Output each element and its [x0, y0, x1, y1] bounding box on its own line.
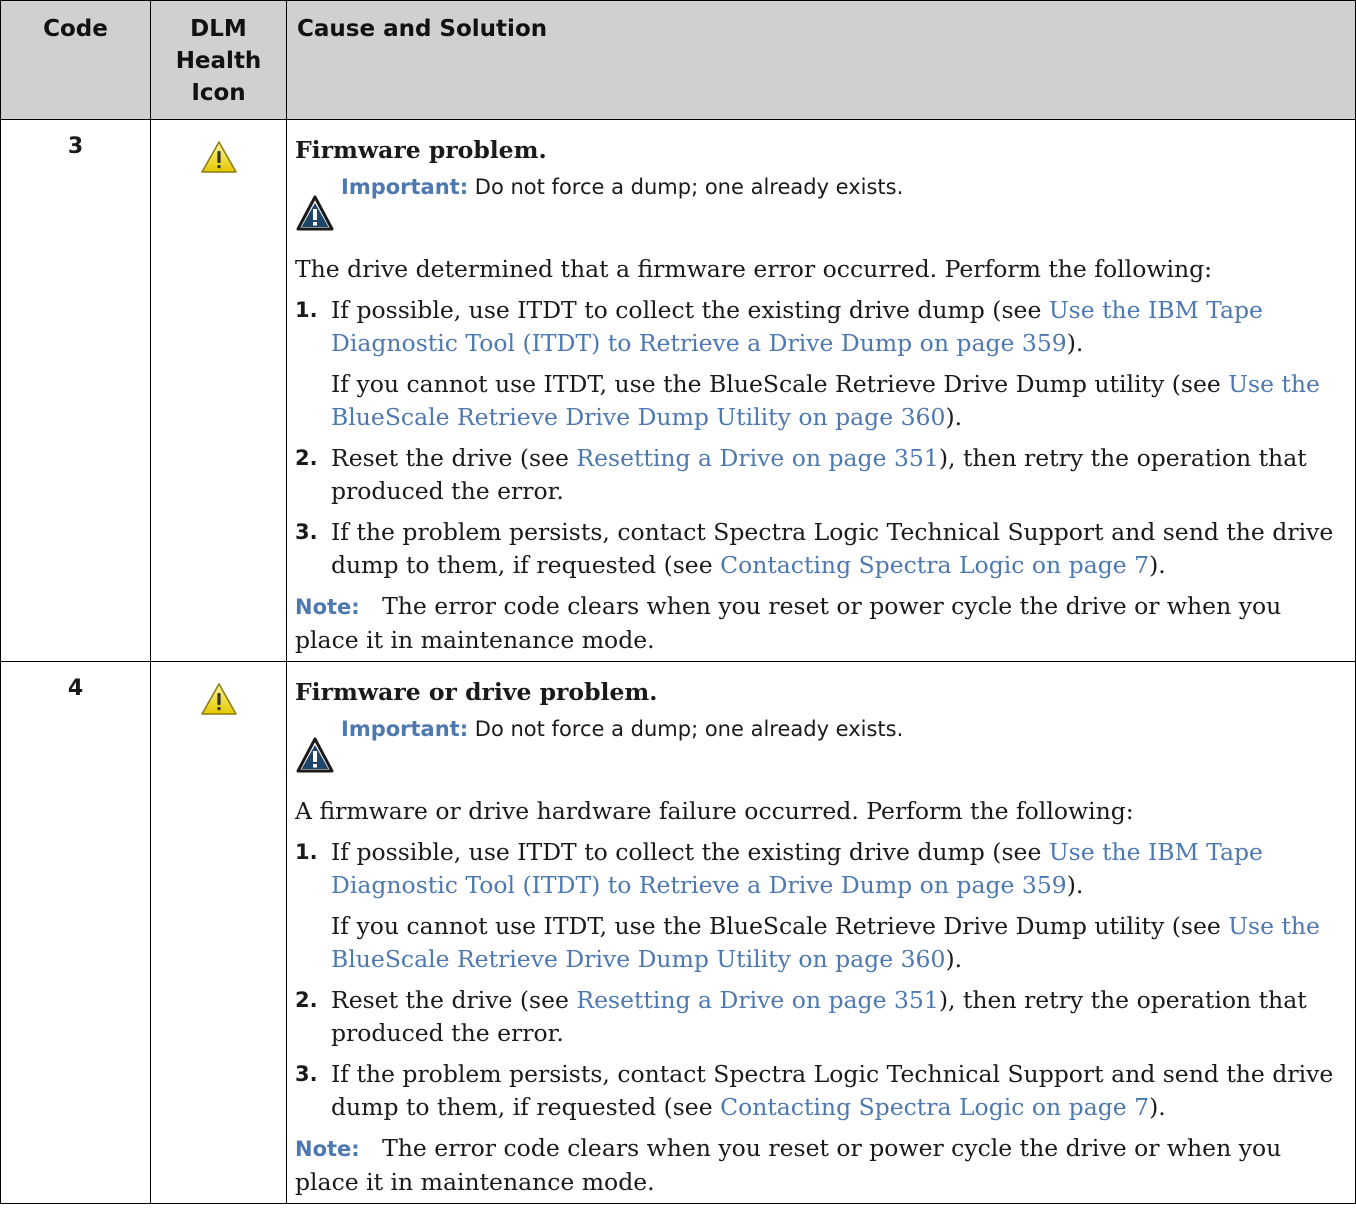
- contact-link[interactable]: Contacting Spectra Logic on page 7: [720, 551, 1149, 579]
- step-text: Reset the drive (see: [331, 986, 577, 1014]
- header-code: Code: [0, 0, 151, 120]
- header-cause-solution: Cause and Solution: [286, 0, 1356, 120]
- step-text-end: ).: [1149, 1093, 1166, 1121]
- important-text: Do not force a dump; one already exists.: [468, 175, 904, 199]
- note: Note: The error code clears when you res…: [295, 1132, 1343, 1199]
- step-2: 2. Reset the drive (see Resetting a Driv…: [295, 442, 1343, 508]
- step-number: 3.: [295, 520, 318, 544]
- table-header-row: Code DLM Health Icon Cause and Solution: [0, 0, 1356, 120]
- step-number: 2.: [295, 988, 318, 1012]
- contact-link[interactable]: Contacting Spectra Logic on page 7: [720, 1093, 1149, 1121]
- alt-instructions: If you cannot use ITDT, use the BlueScal…: [295, 368, 1343, 434]
- step-number: 1.: [295, 298, 318, 322]
- problem-title: Firmware problem.: [295, 136, 547, 164]
- alt-text: If you cannot use ITDT, use the BlueScal…: [331, 370, 1229, 398]
- step-3: 3. If the problem persists, contact Spec…: [295, 516, 1343, 582]
- note-label: Note:: [295, 595, 360, 619]
- important-callout: Important: Do not force a dump; one alre…: [295, 171, 1343, 235]
- step-number: 3.: [295, 1062, 318, 1086]
- note-label: Note:: [295, 1137, 360, 1161]
- note: Note: The error code clears when you res…: [295, 590, 1343, 657]
- warning-triangle-icon: [200, 683, 237, 715]
- alt-text-end: ).: [945, 945, 963, 973]
- alt-text: If you cannot use ITDT, use the BlueScal…: [331, 912, 1229, 940]
- step-1: 1. If possible, use ITDT to collect the …: [295, 294, 1343, 360]
- intro-text: A firmware or drive hardware failure occ…: [295, 797, 1134, 825]
- important-callout: Important: Do not force a dump; one alre…: [295, 713, 1343, 777]
- step-1: 1. If possible, use ITDT to collect the …: [295, 836, 1343, 902]
- important-text: Do not force a dump; one already exists.: [468, 717, 904, 741]
- problem-title: Firmware or drive problem.: [295, 678, 658, 706]
- alt-text-end: ).: [945, 403, 963, 431]
- step-3: 3. If the problem persists, contact Spec…: [295, 1058, 1343, 1124]
- health-icon-cell: [150, 661, 287, 1204]
- step-text: If possible, use ITDT to collect the exi…: [331, 838, 1049, 866]
- step-text-end: ).: [1066, 871, 1084, 899]
- note-text: The error code clears when you reset or …: [295, 1134, 1289, 1196]
- step-text: If possible, use ITDT to collect the exi…: [331, 296, 1049, 324]
- step-2: 2. Reset the drive (see Resetting a Driv…: [295, 984, 1343, 1050]
- reset-drive-link[interactable]: Resetting a Drive on page 351: [576, 986, 938, 1014]
- step-number: 1.: [295, 840, 318, 864]
- important-label: Important:: [341, 717, 469, 741]
- warning-triangle-icon: [200, 141, 237, 173]
- table-row: 3 Firmware problem. Important: Do not fo…: [0, 119, 1356, 662]
- header-health-icon: DLM Health Icon: [150, 0, 287, 120]
- intro-text: The drive determined that a firmware err…: [295, 255, 1213, 283]
- step-number: 2.: [295, 446, 318, 470]
- note-text: The error code clears when you reset or …: [295, 592, 1289, 654]
- error-code: 3: [0, 119, 151, 662]
- step-text-end: ).: [1149, 551, 1166, 579]
- health-icon-cell: [150, 119, 287, 662]
- table-row: 4 Firmware or drive problem. Important: …: [0, 661, 1356, 1204]
- caution-triangle-icon: [296, 737, 334, 773]
- reset-drive-link[interactable]: Resetting a Drive on page 351: [576, 444, 938, 472]
- cause-solution-cell: Firmware problem. Important: Do not forc…: [286, 119, 1356, 662]
- step-text-end: ).: [1066, 329, 1084, 357]
- step-text: Reset the drive (see: [331, 444, 577, 472]
- caution-triangle-icon: [296, 195, 334, 231]
- cause-solution-cell: Firmware or drive problem. Important: Do…: [286, 661, 1356, 1204]
- alt-instructions: If you cannot use ITDT, use the BlueScal…: [295, 910, 1343, 976]
- important-label: Important:: [341, 175, 469, 199]
- error-code: 4: [0, 661, 151, 1204]
- error-code-table: Code DLM Health Icon Cause and Solution …: [0, 0, 1356, 1204]
